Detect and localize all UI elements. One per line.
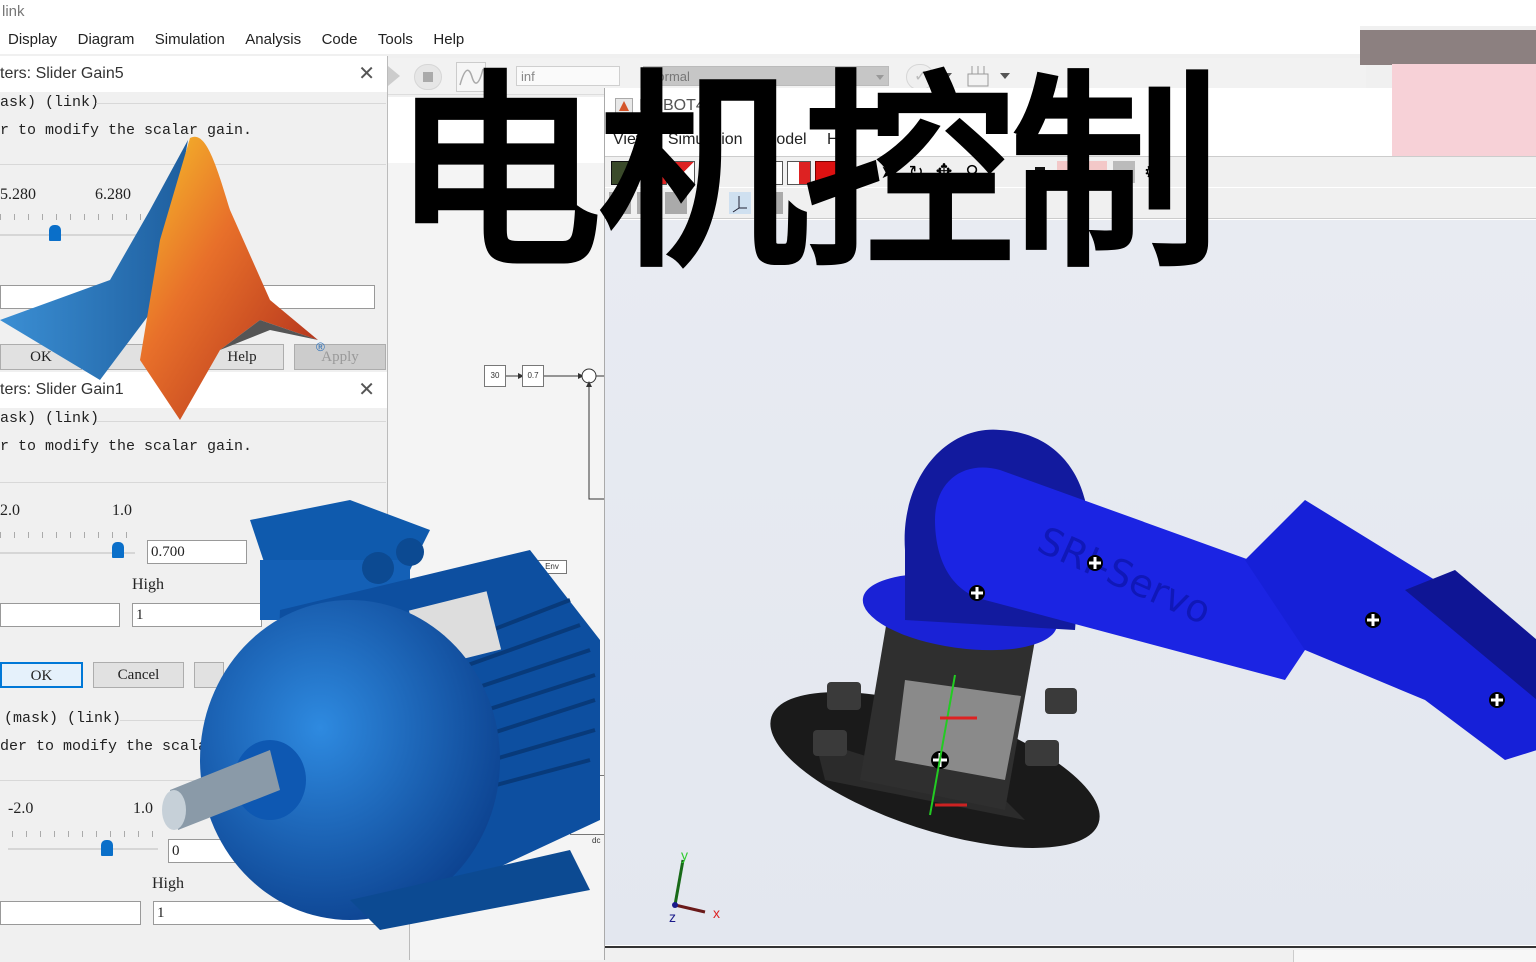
- registered-mark: ®: [316, 340, 325, 354]
- constant-block[interactable]: 30: [484, 365, 506, 387]
- slider-thumb[interactable]: [112, 542, 124, 558]
- menu-diagram[interactable]: Diagram: [70, 26, 143, 54]
- 3d-viewport[interactable]: SRI-Servo y x z: [605, 220, 1536, 945]
- dialog-title: ters: Slider Gain5: [0, 65, 124, 82]
- mask-info: ask) (link): [0, 94, 100, 111]
- overlay-block: [1360, 30, 1536, 65]
- axes-triad: y x z: [669, 847, 720, 925]
- mask-info: (mask) (link): [4, 710, 122, 727]
- slider-ticks: [0, 532, 135, 538]
- slider-thumb[interactable]: [101, 840, 113, 856]
- axis-y-label: y: [681, 847, 688, 863]
- menu-analysis[interactable]: Analysis: [237, 26, 309, 54]
- simulink-title-bar: link: [0, 0, 1536, 26]
- headline-title: 电机控制: [392, 52, 1220, 297]
- slider-high-label: 1.0: [112, 502, 132, 519]
- close-icon[interactable]: ✕: [358, 56, 375, 92]
- dialog-title-bar: ters: Slider Gain5 ✕: [0, 56, 387, 92]
- axis-z-label: z: [669, 909, 676, 925]
- low-field[interactable]: [0, 901, 141, 925]
- signal-lines: [544, 368, 604, 500]
- slider-low-label: 2.0: [0, 502, 20, 519]
- menu-simulation[interactable]: Simulation: [147, 26, 233, 54]
- simulink-menubar: Display Diagram Simulation Analysis Code…: [0, 26, 1360, 54]
- dialog-description: r to modify the scalar gain.: [0, 438, 253, 455]
- menu-help[interactable]: Help: [425, 26, 472, 54]
- electric-motor-image: [162, 500, 600, 930]
- matlab-logo: [0, 136, 318, 420]
- axis-x-label: x: [713, 905, 720, 921]
- window-title: link: [2, 3, 25, 20]
- gain-block[interactable]: 0.7: [522, 365, 544, 387]
- status-panel: [1293, 950, 1536, 962]
- slider-low-label: -2.0: [8, 800, 34, 817]
- menu-display[interactable]: Display: [0, 26, 65, 54]
- close-icon[interactable]: ✕: [358, 372, 375, 408]
- overlay-block: [1392, 64, 1536, 156]
- slider-ticks: [12, 831, 157, 837]
- menu-tools[interactable]: Tools: [370, 26, 421, 54]
- menu-code[interactable]: Code: [314, 26, 366, 54]
- ok-button[interactable]: OK: [0, 662, 83, 688]
- slider-track[interactable]: [8, 848, 158, 850]
- robot-arm-render: SRI-Servo y x z: [669, 429, 1536, 925]
- group-divider: [96, 103, 386, 104]
- low-field[interactable]: [0, 603, 120, 627]
- group-divider: [0, 482, 386, 483]
